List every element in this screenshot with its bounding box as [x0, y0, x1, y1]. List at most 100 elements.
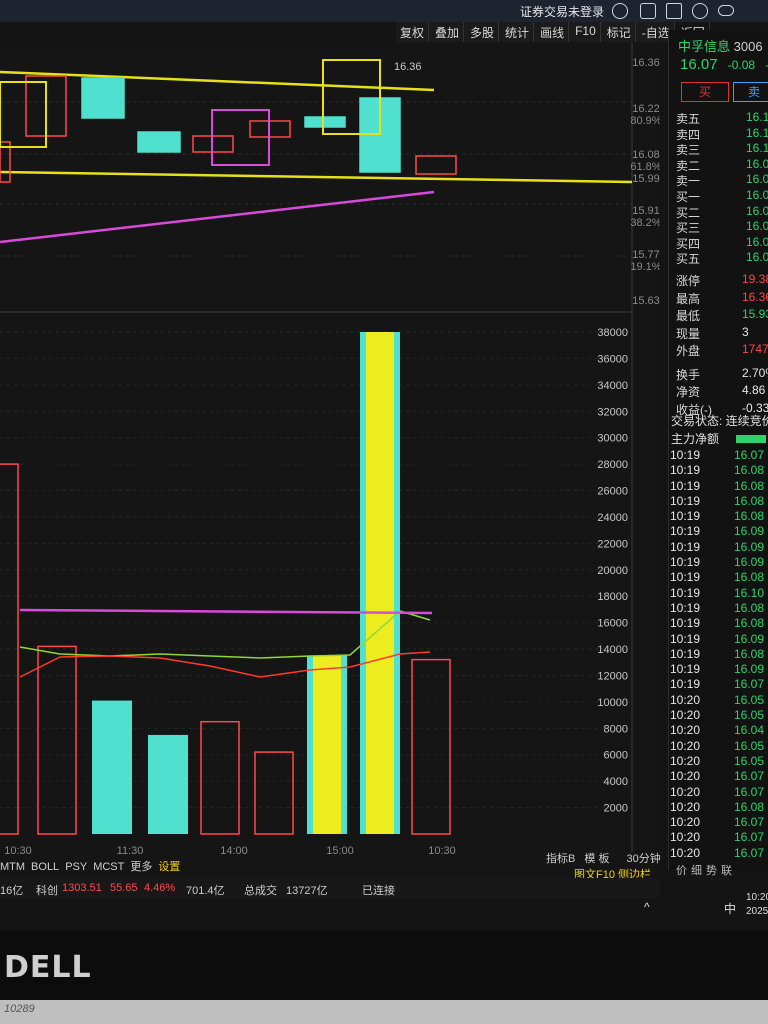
kline-chart[interactable]: 16.36 16.22 80.9% 16.08 61.8% 15.99 15.91 38.2%… [0, 42, 660, 862]
window-icon[interactable] [640, 3, 656, 19]
volume-tick-label: 38000 [597, 327, 628, 339]
tick-time: 10:19 [670, 448, 701, 462]
order-label: 卖一 [676, 174, 701, 189]
tick-time: 10:20 [670, 845, 701, 860]
tick-time: 10:19 [670, 585, 701, 600]
main-net-bar [736, 435, 767, 443]
tick-time: 10:20 [670, 738, 701, 753]
eye-icon[interactable] [718, 5, 734, 16]
tick-row: 10:19 16.08 [668, 509, 768, 524]
x-axis-label: 14:00 [220, 845, 248, 857]
price-tick: 15.91 [632, 205, 660, 217]
stock-price: 16.07 [680, 56, 718, 73]
trade-state: 交易状态: 连续竞价 [671, 414, 768, 428]
stat-row: 涨停 19.38 [676, 272, 768, 288]
tick-row: 10:20 16.04 [668, 723, 768, 738]
tick-list[interactable]: 10:19 16.07 10:19 16.08 10:19 16.08 10:19 16.08… [668, 448, 768, 861]
tick-price: 16.04 [734, 723, 765, 738]
x-axis-label: 15:00 [326, 845, 354, 857]
login-status[interactable]: 证券交易未登录 [520, 3, 604, 20]
buy-button[interactable]: 买 [681, 82, 729, 102]
volume-tick-label: 2000 [604, 803, 628, 815]
indicator-2[interactable]: PSY [65, 861, 87, 873]
indicator-3[interactable]: MCST [93, 861, 124, 873]
tick-time: 10:19 [670, 463, 701, 478]
indicator-1[interactable]: BOLL [31, 861, 59, 873]
ask-row[interactable]: 卖五 16.1 [676, 110, 768, 126]
order-price: 16.04 [746, 234, 768, 249]
toolbar-item-3[interactable]: 统计 [501, 22, 535, 42]
sell-button[interactable]: 卖 [733, 82, 768, 102]
toolbar-item-5[interactable]: F10 [571, 22, 601, 42]
tick-price: 16.08 [734, 478, 765, 493]
stock-title[interactable]: 中孚信息 3006 [678, 36, 763, 55]
tick-price: 16.08 [734, 463, 765, 478]
ime-indicator[interactable]: 中 [724, 900, 736, 917]
order-price: 16.1 [746, 110, 768, 124]
tick-price: 16.08 [734, 570, 765, 585]
toolbar-item-4[interactable]: 画线 [536, 22, 570, 42]
shirt-icon[interactable] [666, 3, 682, 19]
tick-time: 10:19 [670, 539, 701, 554]
tick-price: 16.07 [734, 784, 765, 799]
indicator-settings[interactable]: 设置 [158, 861, 180, 873]
toolbar-item-0[interactable]: 复权 [396, 22, 430, 42]
tick-time: 10:19 [670, 509, 701, 524]
bid-row[interactable]: 买四 16.04 [676, 234, 768, 251]
status-g: 总成交 [244, 885, 277, 897]
tick-time: 10:19 [670, 524, 701, 539]
ask-row[interactable]: 卖四 16.1 [676, 126, 768, 142]
bid-row[interactable]: 买一 16.0 [676, 188, 768, 204]
tick-price: 16.07 [734, 769, 765, 784]
up-arrow-icon[interactable]: ^ [644, 900, 650, 914]
tick-price: 16.05 [734, 753, 765, 768]
volume-tick-label: 4000 [604, 776, 628, 788]
desk-surface [0, 1000, 768, 1024]
volume-tick-label: 24000 [597, 512, 628, 524]
trade-buttons: 买 卖 [681, 82, 768, 102]
settings-icon[interactable] [692, 3, 708, 19]
order-label: 买四 [676, 236, 701, 251]
bid-row[interactable]: 买五 16.03 [676, 250, 768, 266]
toolbar-item-2[interactable]: 多股 [466, 22, 500, 42]
tick-time: 10:20 [670, 708, 701, 723]
main-net[interactable]: 主力净额 [671, 430, 767, 447]
x-axis-label: 10:30 [428, 845, 456, 857]
indicator-b-tab[interactable]: 指标B [546, 853, 575, 865]
tick-price: 16.07 [734, 830, 765, 845]
ask-row[interactable]: 卖三 16.1 [676, 141, 768, 158]
template-tab[interactable]: 模 板 [584, 853, 609, 865]
bid-row[interactable]: 买二 16.06 [676, 203, 768, 220]
stat-row: 净资 4.86 [676, 383, 768, 399]
tick-row: 10:19 16.09 [668, 555, 768, 570]
interval-label[interactable]: 30分钟 [627, 853, 661, 865]
headset-icon[interactable] [612, 3, 628, 19]
indicator-4[interactable]: 更多 [130, 861, 152, 873]
volume-tick-label: 26000 [597, 486, 628, 498]
tick-time: 10:19 [670, 600, 701, 615]
monitor-bezel [0, 930, 768, 1000]
ask-row[interactable]: 卖一 16.0 [676, 172, 768, 189]
bid-row[interactable]: 买三 16.05 [676, 219, 768, 235]
clock-time[interactable]: 10:20 [746, 892, 768, 903]
stat-value: 16.36 [742, 289, 768, 304]
toolbar-item-6[interactable]: 标记 [603, 22, 636, 42]
order-label: 卖三 [676, 143, 701, 158]
stat-value: 17474 [742, 342, 768, 356]
tick-price: 16.05 [734, 738, 765, 753]
indicator-0[interactable]: MTM [0, 861, 25, 873]
status-a: 16亿 [0, 885, 24, 897]
order-price: 16.0 [746, 188, 768, 202]
order-price: 16.06 [746, 203, 768, 218]
ask-row[interactable]: 卖二 16.0 [676, 157, 768, 173]
tick-row: 10:20 16.05 [668, 739, 768, 754]
volume-tick-label: 6000 [604, 750, 628, 762]
main-net-label: 主力净额 [671, 432, 720, 446]
price-tick: 15.99 [632, 173, 660, 185]
toolbar-item-1[interactable]: 叠加 [431, 22, 465, 42]
tick-row: 10:20 16.05 [668, 693, 768, 708]
clock-date[interactable]: 2025/ [746, 906, 768, 917]
tick-price: 16.09 [734, 539, 765, 554]
tick-row: 10:19 16.09 [668, 662, 768, 677]
order-price: 16.05 [746, 219, 768, 234]
